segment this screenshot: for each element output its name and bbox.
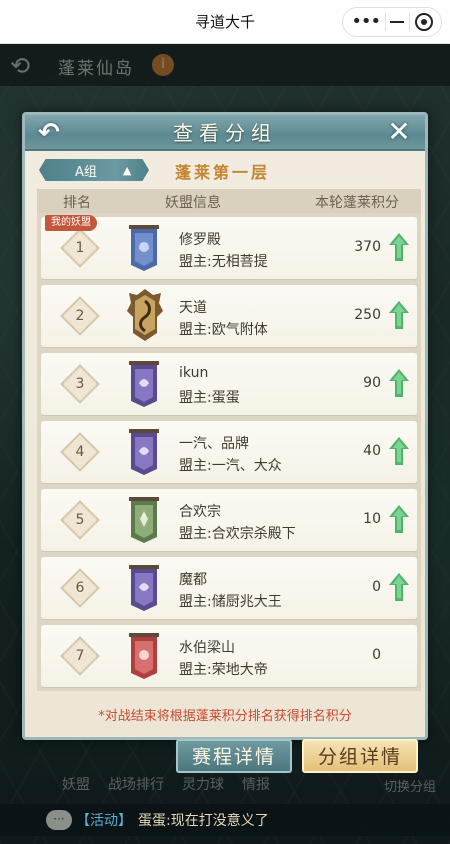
chat-message: 蛋蛋:现在打没意义了 xyxy=(138,813,269,829)
more-icon[interactable]: ••• xyxy=(351,13,381,31)
column-rank: 排名 xyxy=(63,195,91,211)
ranking-table: 1 修罗殿 盟主:无相菩提 370 我的妖盟 2 天道 盟主:欧气附体 250 xyxy=(37,213,421,691)
alliance-banner-icon xyxy=(129,565,159,611)
alliance-banner-icon xyxy=(129,361,159,407)
alliance-leader: 盟主:无相菩提 xyxy=(179,254,268,270)
alliance-leader: 盟主:欧气附体 xyxy=(179,322,268,338)
alliance-leader: 盟主:蛋蛋 xyxy=(179,390,240,406)
ranking-footnote: *对战结束将根据蓬莱积分排名获得排名积分 xyxy=(98,709,352,724)
minimize-icon[interactable] xyxy=(390,21,405,23)
alliance-crest-icon xyxy=(127,289,163,341)
capsule-divider xyxy=(409,13,411,31)
wechat-title-bar: 寻道大千 ••• xyxy=(0,0,450,44)
capsule-divider xyxy=(384,13,386,31)
alliance-name: 魔都 xyxy=(179,572,207,588)
trend-up-icon xyxy=(389,233,409,261)
alliance-name: 修罗殿 xyxy=(179,232,221,248)
close-icon[interactable]: ✕ xyxy=(383,117,415,149)
trend-up-icon xyxy=(389,505,409,533)
alliance-score: 370 xyxy=(354,239,381,255)
alliance-score: 40 xyxy=(363,443,381,459)
my-alliance-badge: 我的妖盟 xyxy=(45,215,97,231)
alliance-score: 250 xyxy=(354,307,381,323)
rank-number: 7 xyxy=(75,648,85,664)
rank-number: 5 xyxy=(75,512,85,528)
group-view-modal: 查看分组 ↶ ✕ A组 ▲ 蓬莱第一层 排名 妖盟信息 本轮蓬莱积分 1 修罗殿… xyxy=(22,112,428,740)
trend-up-icon xyxy=(389,437,409,465)
floor-name: 蓬莱第一层 xyxy=(175,163,271,182)
alliance-leader: 盟主:一汽、大众 xyxy=(179,458,282,474)
alliance-name: ikun xyxy=(179,365,209,381)
back-arrow-icon[interactable]: ↶ xyxy=(33,119,65,149)
alliance-banner-icon xyxy=(129,225,159,271)
alliance-score: 0 xyxy=(372,647,381,663)
trend-up-icon xyxy=(389,301,409,329)
table-row[interactable]: 3 ikun 盟主:蛋蛋 90 xyxy=(41,353,417,415)
alliance-score: 10 xyxy=(363,511,381,527)
exit-miniprogram-icon[interactable] xyxy=(414,13,433,31)
alliance-name: 天道 xyxy=(179,300,207,316)
alliance-name: 一汽、品牌 xyxy=(179,436,249,452)
alliance-banner-icon xyxy=(129,497,159,543)
alliance-leader: 盟主:合欢宗杀殿下 xyxy=(179,526,296,542)
table-row[interactable]: 5 合欢宗 盟主:合欢宗杀殿下 10 xyxy=(41,489,417,551)
rank-number: 2 xyxy=(75,308,85,324)
alliance-leader: 盟主:荣地大帝 xyxy=(179,662,268,678)
table-row[interactable]: 1 修罗殿 盟主:无相菩提 370 我的妖盟 xyxy=(41,215,417,279)
table-row[interactable]: 6 魔都 盟主:储厨兆大王 0 xyxy=(41,557,417,619)
alliance-score: 0 xyxy=(372,579,381,595)
table-row[interactable]: 4 一汽、品牌 盟主:一汽、大众 40 xyxy=(41,421,417,483)
table-row[interactable]: 2 天道 盟主:欧气附体 250 xyxy=(41,285,417,347)
column-score: 本轮蓬莱积分 xyxy=(315,195,399,211)
table-row[interactable]: 7 水伯梁山 盟主:荣地大帝 0 xyxy=(41,625,417,687)
alliance-banner-icon xyxy=(129,429,159,475)
chat-tag: 【活动】 xyxy=(76,813,132,829)
chat-bubble-icon[interactable]: ··· xyxy=(46,810,72,830)
group-selector[interactable]: A组 ▲ xyxy=(39,159,149,181)
rank-number: 4 xyxy=(75,444,85,460)
rank-number: 1 xyxy=(75,240,85,256)
chevron-up-icon: ▲ xyxy=(122,163,132,177)
column-alliance-info: 妖盟信息 xyxy=(165,195,221,211)
alliance-leader: 盟主:储厨兆大王 xyxy=(179,594,282,610)
trend-up-icon xyxy=(389,573,409,601)
modal-title: 查看分组 xyxy=(173,121,277,145)
app-title: 寻道大千 xyxy=(194,13,255,31)
schedule-details-button[interactable]: 赛程详情 xyxy=(176,739,292,773)
alliance-name: 水伯梁山 xyxy=(179,640,235,656)
rank-number: 3 xyxy=(75,376,85,392)
trend-up-icon xyxy=(389,369,409,397)
alliance-name: 合欢宗 xyxy=(179,504,221,520)
group-selector-label: A组 xyxy=(75,164,97,180)
alliance-banner-icon xyxy=(129,633,159,679)
table-header: 排名 妖盟信息 本轮蓬莱积分 xyxy=(37,189,421,213)
alliance-score: 90 xyxy=(363,375,381,391)
rank-number: 6 xyxy=(75,580,85,596)
miniprogram-capsule: ••• xyxy=(342,7,442,37)
group-details-button[interactable]: 分组详情 xyxy=(302,739,418,773)
